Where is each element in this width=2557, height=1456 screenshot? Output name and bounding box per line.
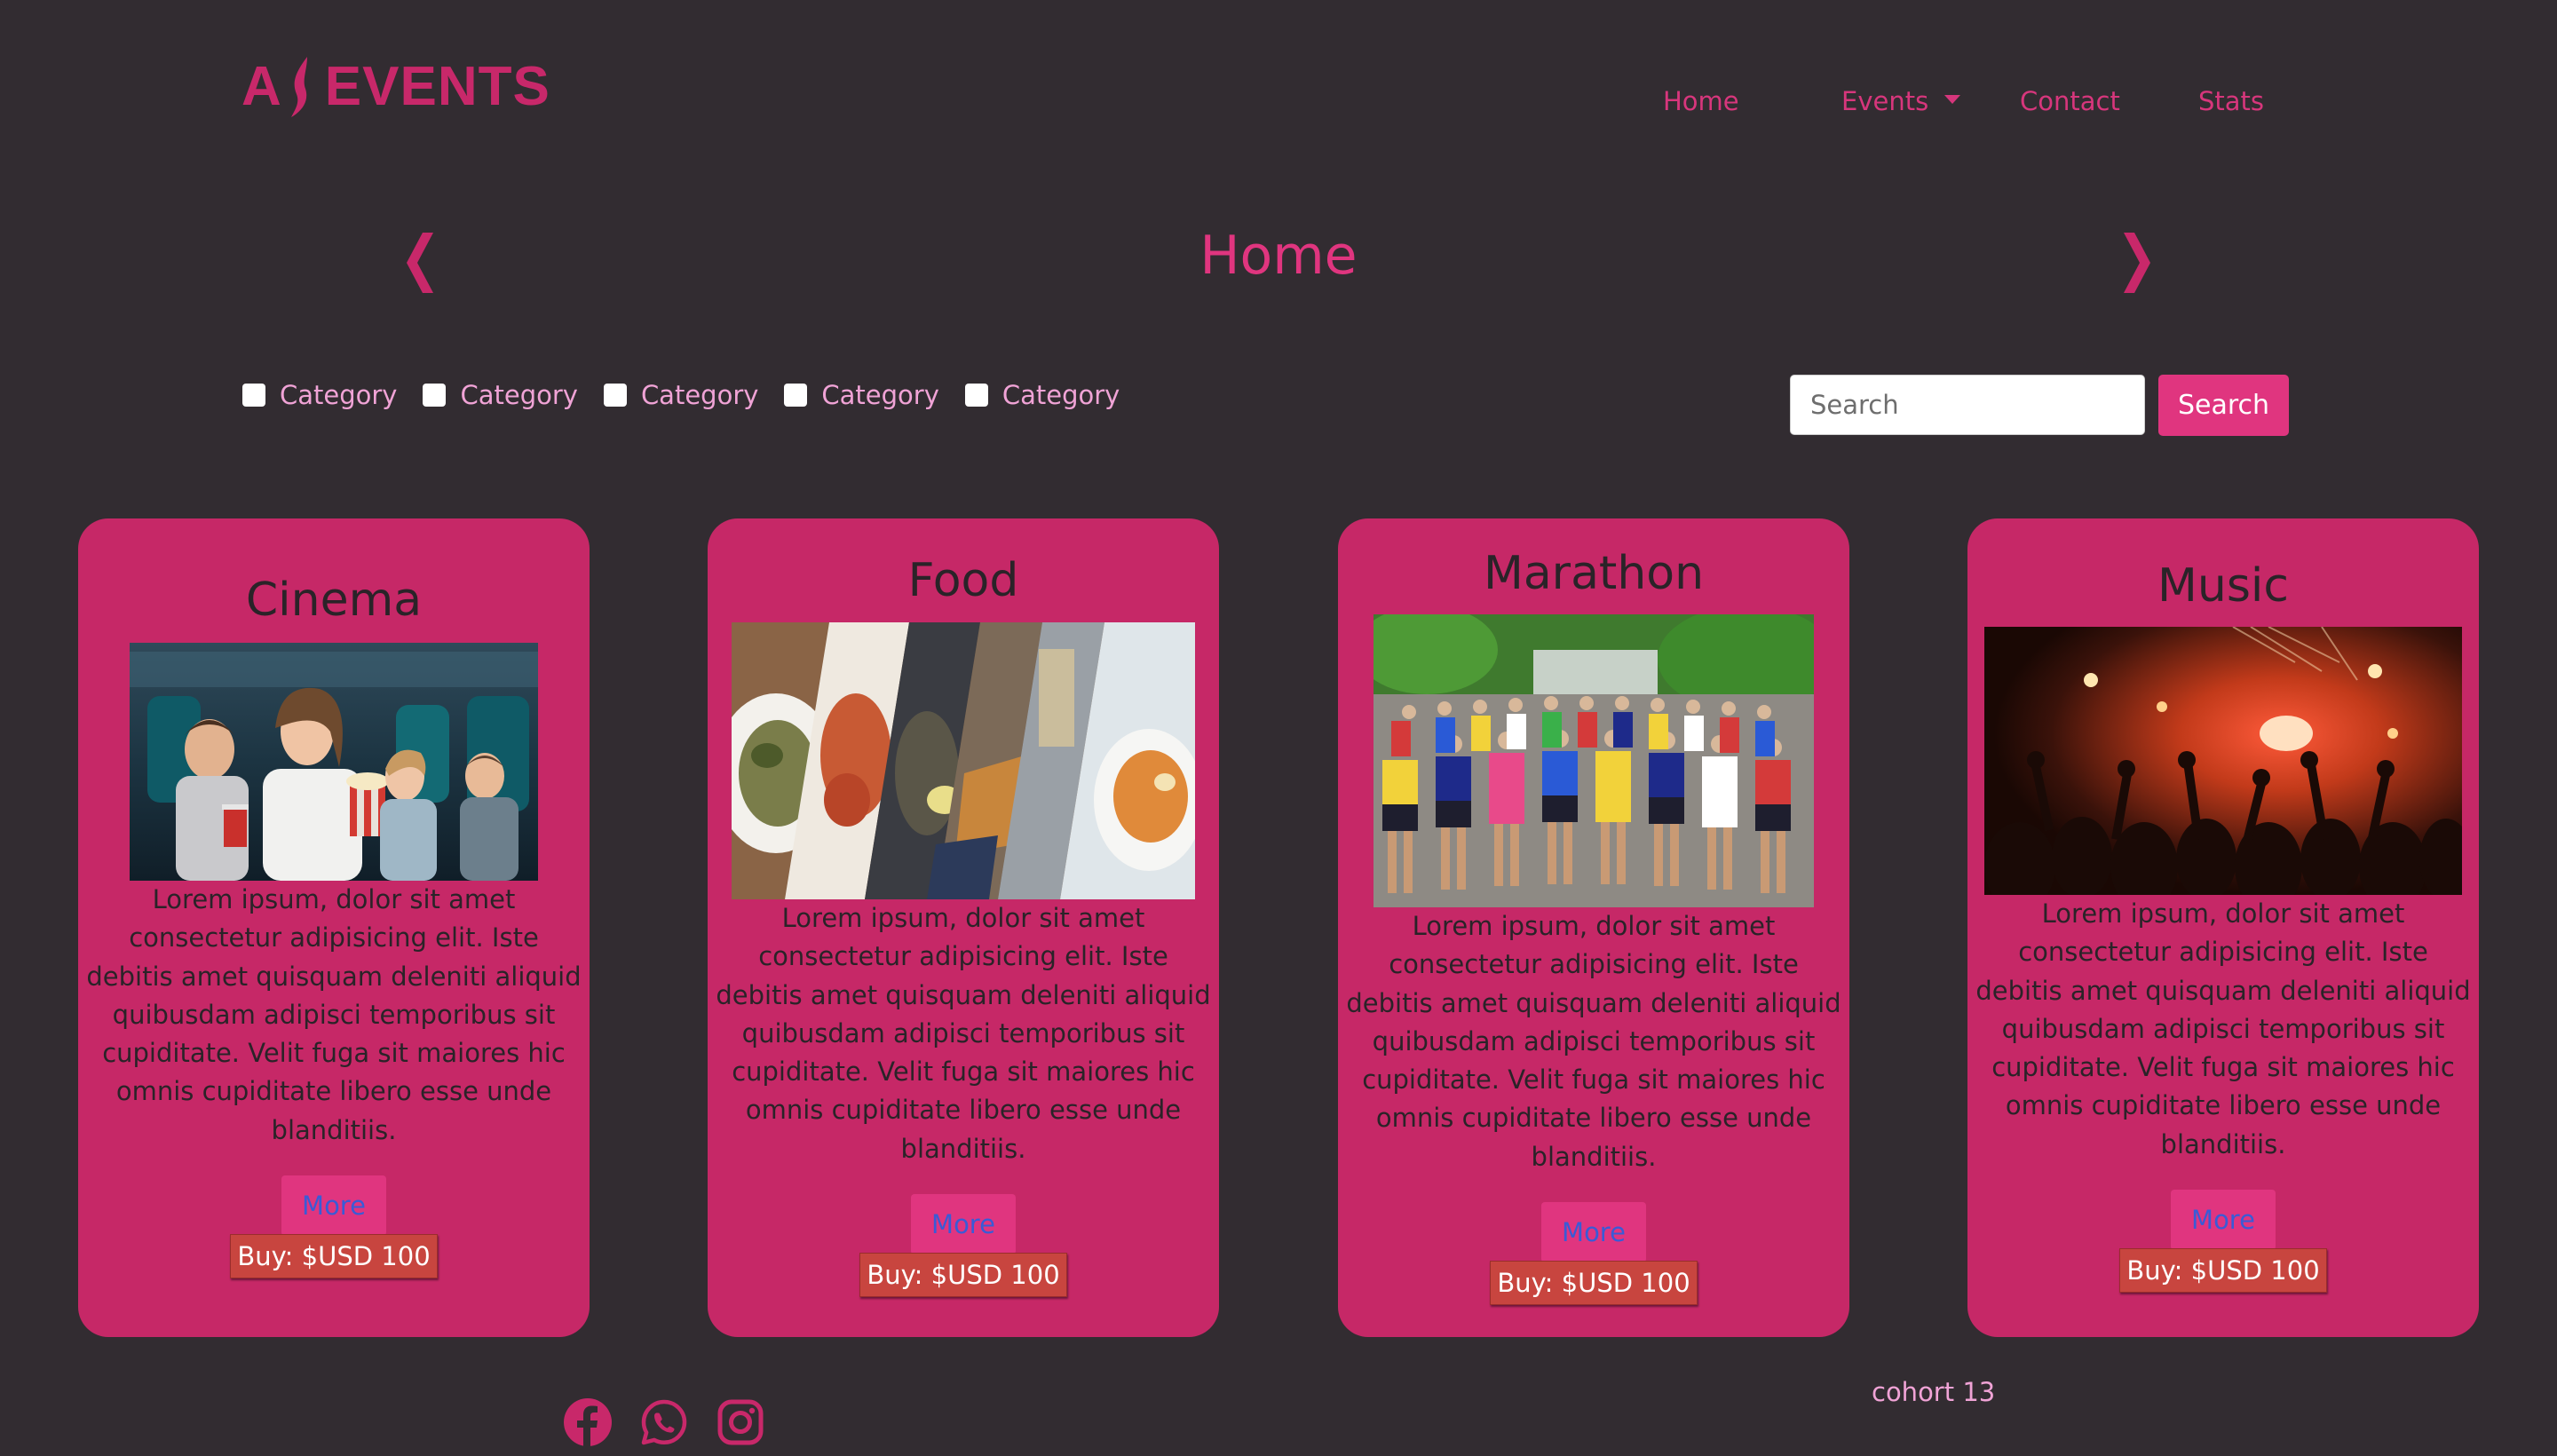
concert-crowd-photo [1984, 627, 2462, 895]
more-button[interactable]: More [911, 1194, 1016, 1254]
category-filter[interactable]: Category [603, 377, 759, 413]
category-label: Category [640, 380, 759, 410]
marathon-runners-photo [1373, 614, 1814, 907]
buy-button[interactable]: Buy: $USD 100 [2119, 1248, 2327, 1293]
card-description: Lorem ipsum, dolor sit amet consectetur … [716, 903, 1211, 1164]
nav-events-label: Events [1841, 86, 1929, 116]
buy-button[interactable]: Buy: $USD 100 [230, 1234, 438, 1278]
search-button[interactable]: Search [2158, 375, 2289, 436]
more-button[interactable]: More [2171, 1190, 2276, 1250]
card-description: Lorem ipsum, dolor sit amet consectetur … [1975, 898, 2471, 1159]
food-collage-photo [732, 622, 1195, 899]
category-filter[interactable]: Category [964, 377, 1120, 413]
main-nav: Home Events Contact Stats [0, 82, 2557, 121]
card-title: Music [2157, 559, 2289, 613]
concert-crowd-image [1984, 627, 2462, 895]
search-input[interactable] [1790, 375, 2145, 435]
buy-button[interactable]: Buy: $USD 100 [1490, 1261, 1698, 1305]
buy-button[interactable]: Buy: $USD 100 [859, 1253, 1067, 1297]
category-filter[interactable]: Category [242, 377, 397, 413]
page-title: Home [1199, 225, 1358, 287]
category-label: Category [460, 380, 578, 410]
category-checkbox[interactable] [603, 384, 627, 407]
category-label: Category [821, 380, 939, 410]
category-checkbox[interactable] [423, 384, 447, 407]
category-filters: Category Category Category Category Cate… [242, 377, 1145, 413]
category-checkbox[interactable] [964, 384, 988, 407]
card-title: Cinema [245, 574, 423, 627]
category-checkbox[interactable] [242, 384, 265, 407]
more-button[interactable]: More [1541, 1202, 1646, 1262]
card-description: Lorem ipsum, dolor sit amet consectetur … [86, 884, 582, 1145]
cohort-label: cohort 13 [1872, 1377, 1996, 1407]
nav-stats[interactable]: Stats [2198, 82, 2264, 121]
whatsapp-icon[interactable] [639, 1397, 689, 1447]
event-card-food: Food Lorem ipsum, dolor sit amet consect… [708, 518, 1219, 1337]
nav-home[interactable]: Home [1663, 82, 1739, 121]
nav-events-dropdown[interactable]: Events [1841, 82, 1961, 121]
card-title: Food [907, 554, 1019, 607]
social-links [563, 1397, 792, 1447]
category-label: Category [280, 380, 398, 410]
event-card-music: Music Lorem ipsum, dolor sit amet consec… [1967, 518, 2479, 1337]
event-card-marathon: Marathon Lorem ipsum, dolor sit amet con… [1338, 518, 1849, 1337]
event-card-cinema: Cinema Lorem ipsum, dolor sit amet conse… [78, 518, 590, 1337]
nav-contact[interactable]: Contact [2020, 82, 2120, 121]
facebook-icon[interactable] [563, 1397, 613, 1447]
food-collage-image [732, 622, 1195, 899]
card-title: Marathon [1483, 547, 1705, 600]
cinema-audience-photo [130, 643, 538, 881]
category-filter[interactable]: Category [784, 377, 939, 413]
instagram-icon[interactable] [716, 1397, 765, 1447]
chevron-left-icon[interactable] [401, 233, 437, 293]
caret-down-icon [1944, 95, 1961, 104]
card-description: Lorem ipsum, dolor sit amet consectetur … [1346, 911, 1841, 1172]
cinema-audience-image [130, 643, 538, 881]
chevron-right-icon[interactable] [2120, 233, 2156, 293]
category-label: Category [1001, 380, 1120, 410]
marathon-runners-image [1373, 614, 1814, 907]
category-filter[interactable]: Category [423, 377, 578, 413]
more-button[interactable]: More [281, 1175, 386, 1236]
category-checkbox[interactable] [784, 384, 808, 407]
